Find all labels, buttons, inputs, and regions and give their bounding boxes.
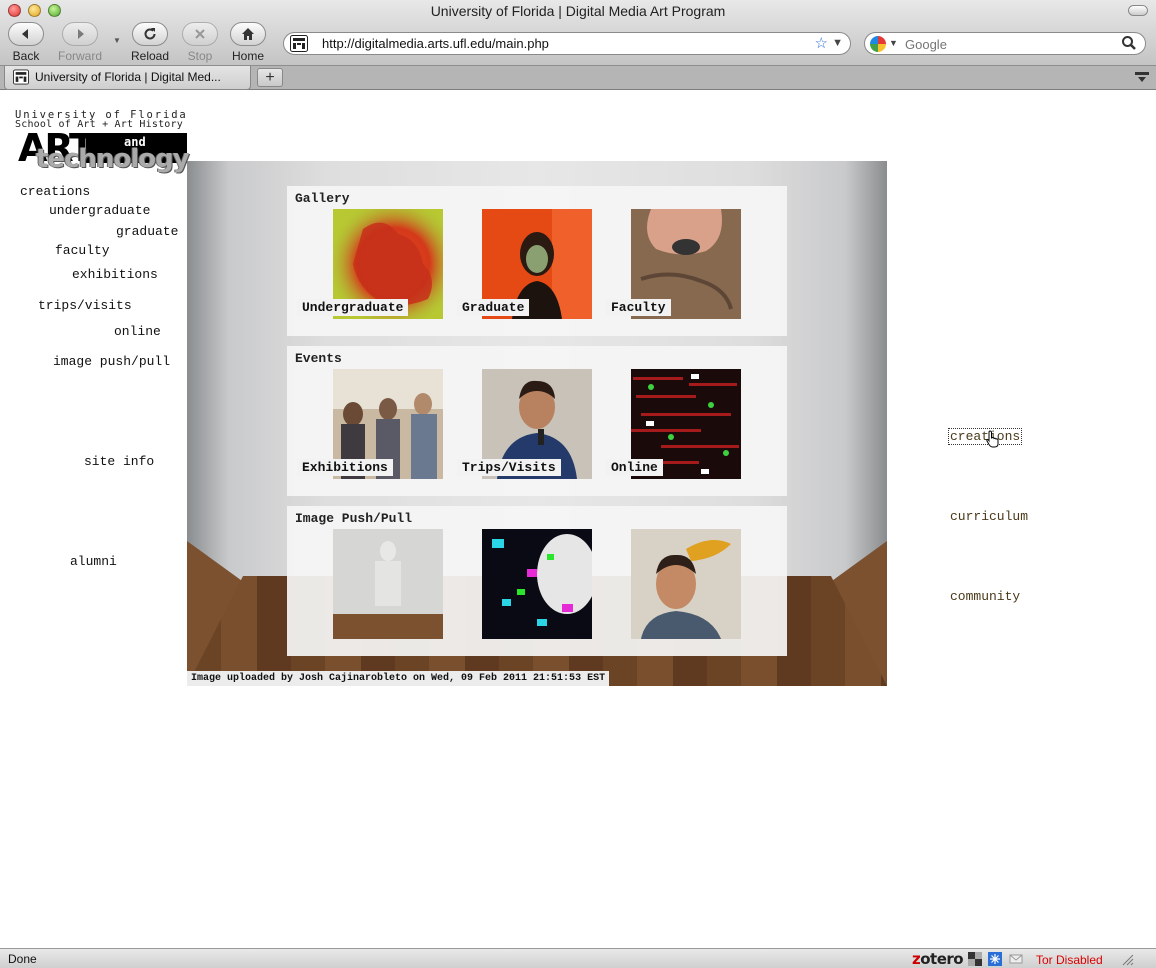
nav-faculty[interactable]: faculty [55,243,110,258]
stop-icon [195,29,205,39]
url-bar[interactable]: http://digitalmedia.arts.ufl.edu/main.ph… [283,32,851,55]
push-pull-panel: Image Push/Pull [287,506,787,656]
home-icon [242,28,254,40]
mail-icon[interactable] [1009,952,1023,966]
label-undergraduate[interactable]: Undergraduate [297,299,409,316]
tab-active[interactable]: University of Florida | Digital Med... [4,66,251,90]
browser-toolbar: University of Florida | Digital Media Ar… [0,0,1156,66]
forward-label: Forward [57,49,102,63]
nav-alumni[interactable]: alumni [70,554,117,569]
nav-graduate[interactable]: graduate [116,224,178,239]
home-label: Home [231,49,264,63]
home-button[interactable] [230,22,266,46]
gallery-panel: Gallery Undergraduate Graduate Faculty [287,186,787,336]
resize-grip-icon[interactable] [1120,952,1134,966]
events-title: Events [295,351,342,366]
history-dropdown-icon[interactable]: ▼ [113,36,121,45]
nav-undergraduate[interactable]: undergraduate [49,203,150,218]
logo-technology: technology [36,144,190,174]
snowflake-icon[interactable] [988,952,1002,966]
site-logo[interactable]: University of Florida School of Art + Ar… [14,109,190,175]
reload-button[interactable] [132,22,168,46]
nav-creations[interactable]: creations [20,184,90,199]
hero-image: Gallery Undergraduate Graduate Faculty E… [187,161,887,686]
tab-favicon-icon [13,69,29,85]
nav-exhibitions[interactable]: exhibitions [72,267,158,282]
zotero-text: otero [920,950,964,968]
nav-trips-visits[interactable]: trips/visits [38,298,132,313]
right-nav-community[interactable]: community [950,589,1020,604]
stop-button[interactable] [182,22,218,46]
label-exhibitions[interactable]: Exhibitions [297,459,393,476]
events-panel: Events Exhibitions Trips/Visits Online [287,346,787,496]
site-favicon-icon [290,35,308,52]
screen-capture-icon[interactable] [968,952,982,966]
zotero-button[interactable]: zotero [912,950,964,968]
arrow-left-icon [22,29,28,39]
nav-image-push-pull[interactable]: image push/pull [53,354,170,369]
status-text: Done [8,952,37,966]
tab-label: University of Florida | Digital Med... [35,70,221,84]
image-caption: Image uploaded by Josh Cajinarobleto on … [187,671,610,686]
right-nav-curriculum[interactable]: curriculum [950,509,1028,524]
back-button[interactable] [8,22,44,46]
nav-online[interactable]: online [114,324,161,339]
url-text[interactable]: http://digitalmedia.arts.ufl.edu/main.ph… [322,36,549,51]
bookmark-star-icon[interactable]: ☆ [815,35,828,52]
arrow-right-icon [78,29,84,39]
window-title: University of Florida | Digital Media Ar… [430,3,726,19]
google-engine-icon[interactable] [870,36,886,52]
thumb-push-pull-1[interactable] [333,529,443,639]
back-label: Back [12,49,40,63]
search-bar[interactable]: ▼ [864,32,1146,55]
search-input[interactable] [905,36,1115,52]
thumb-push-pull-2[interactable] [482,529,592,639]
url-dropdown-icon[interactable]: ▼ [832,37,843,49]
label-faculty[interactable]: Faculty [606,299,671,316]
tab-strip: University of Florida | Digital Med... + [0,66,1156,90]
reload-icon [144,28,156,40]
zotero-z: z [912,950,921,968]
label-online[interactable]: Online [606,459,663,476]
nav-site-info[interactable]: site info [84,454,154,469]
engine-dropdown-icon[interactable]: ▼ [889,38,898,48]
forward-button[interactable] [62,22,98,46]
toolbar-toggle-button[interactable] [1128,5,1148,16]
status-bar: Done zotero Tor Disabled [0,948,1156,968]
hand-cursor-icon [986,430,999,448]
new-tab-button[interactable]: + [257,68,283,87]
search-icon[interactable] [1121,35,1137,51]
push-pull-title: Image Push/Pull [295,511,413,526]
gallery-title: Gallery [295,191,350,206]
tab-list-icon[interactable] [1134,70,1150,84]
tor-status[interactable]: Tor Disabled [1036,953,1103,967]
label-trips-visits[interactable]: Trips/Visits [457,459,561,476]
label-graduate[interactable]: Graduate [457,299,530,316]
thumb-push-pull-3[interactable] [631,529,741,639]
